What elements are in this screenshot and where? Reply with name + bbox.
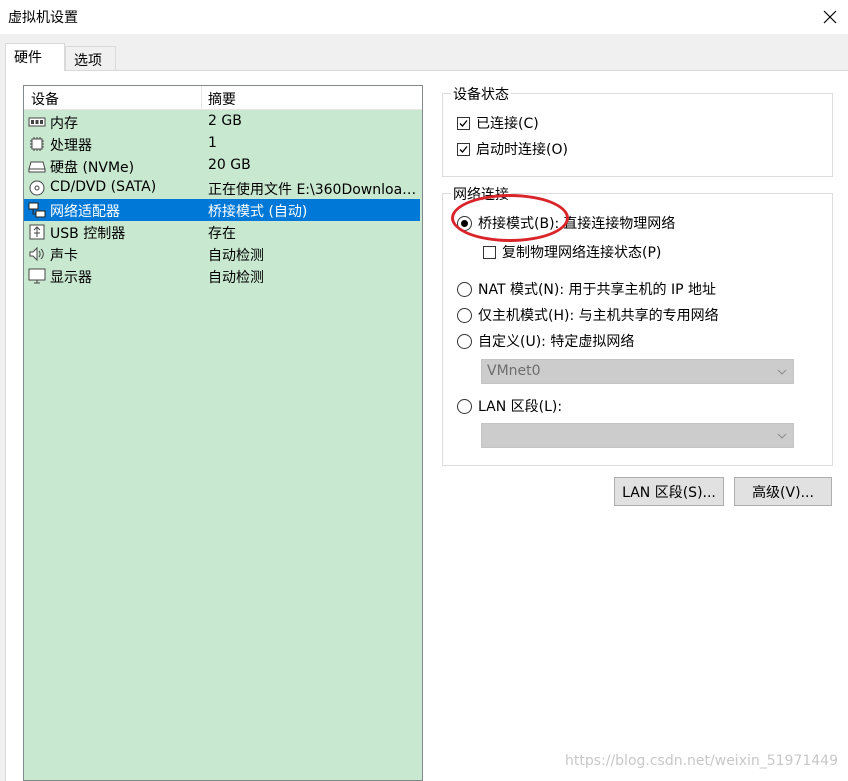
device-row-cd-dvd[interactable]: CD/DVD (SATA) 正在使用文件 E:\360Downloa… — [24, 177, 420, 199]
checkbox-box[interactable] — [457, 142, 470, 156]
network-connection-group: 网络连接 桥接模式(B): 直接连接物理网络 复制物理网络连接状态(P) NAT… — [442, 184, 833, 466]
hard-disk-icon — [28, 161, 46, 173]
monitor-icon — [28, 268, 46, 284]
device-summary: 存在 — [208, 226, 236, 242]
column-separator[interactable] — [201, 86, 202, 109]
bridged-radio[interactable]: 桥接模式(B): 直接连接物理网络 — [457, 213, 675, 233]
checkbox-box[interactable] — [483, 245, 496, 259]
connect-on-start-label: 启动时连接(O) — [476, 142, 568, 158]
lan-segment-select[interactable] — [481, 423, 794, 448]
nat-label: NAT 模式(N): 用于共享主机的 IP 地址 — [478, 282, 716, 298]
cd-dvd-icon — [29, 180, 45, 196]
custom-radio[interactable]: 自定义(U): 特定虚拟网络 — [457, 331, 634, 351]
device-row-memory[interactable]: 内存 2 GB — [24, 111, 420, 133]
lan-segment-label: LAN 区段(L): — [478, 399, 563, 415]
device-name: USB 控制器 — [50, 226, 126, 242]
window-title: 虚拟机设置 — [8, 10, 78, 26]
device-row-network-adapter[interactable]: 网络适配器 桥接模式 (自动) — [24, 199, 420, 221]
device-summary: 桥接模式 (自动) — [208, 204, 308, 220]
device-name: 硬盘 (NVMe) — [50, 160, 135, 176]
host-only-label: 仅主机模式(H): 与主机共享的专用网络 — [478, 308, 719, 324]
list-header: 设备 摘要 — [24, 86, 422, 110]
chevron-down-icon — [777, 433, 787, 439]
tab-hardware[interactable]: 硬件 — [5, 43, 65, 71]
advanced-button[interactable]: 高级(V)... — [734, 477, 832, 506]
device-name: 内存 — [50, 116, 78, 132]
device-name: 处理器 — [50, 138, 92, 154]
watermark: https://blog.csdn.net/weixin_51971449 — [564, 753, 838, 769]
bridged-description: 直接连接物理网络 — [563, 216, 676, 232]
bridged-label: 桥接模式(B): — [478, 216, 560, 232]
device-row-sound-card[interactable]: 声卡 自动检测 — [24, 243, 420, 265]
radio-button[interactable] — [457, 281, 472, 297]
device-row-processor[interactable]: 处理器 1 — [24, 133, 420, 155]
device-name: 声卡 — [50, 248, 78, 264]
processor-icon — [30, 137, 44, 151]
close-button[interactable] — [812, 0, 848, 34]
radio-button[interactable] — [457, 333, 472, 349]
custom-network-value: VMnet0 — [487, 363, 541, 379]
lan-segments-button[interactable]: LAN 区段(S)... — [614, 477, 724, 506]
radio-button[interactable] — [457, 398, 472, 414]
vm-settings-window: 虚拟机设置 硬件 选项 设备 摘要 内存 2 GB 处理器 1 硬盘 (NVMe… — [0, 0, 848, 781]
replicate-state-label: 复制物理网络连接状态(P) — [502, 245, 662, 261]
network-connection-label: 网络连接 — [451, 184, 511, 204]
host-only-radio[interactable]: 仅主机模式(H): 与主机共享的专用网络 — [457, 305, 719, 325]
nat-radio[interactable]: NAT 模式(N): 用于共享主机的 IP 地址 — [457, 279, 716, 299]
device-summary: 自动检测 — [208, 248, 264, 264]
column-header-device[interactable]: 设备 — [31, 89, 59, 109]
device-status-group: 设备状态 已连接(C) 启动时连接(O) — [442, 84, 833, 177]
device-summary: 自动检测 — [208, 270, 264, 286]
usb-icon — [29, 224, 45, 240]
tab-options[interactable]: 选项 — [65, 46, 116, 70]
speaker-icon — [29, 246, 44, 262]
device-row-hard-disk[interactable]: 硬盘 (NVMe) 20 GB — [24, 155, 420, 177]
lan-segment-radio[interactable]: LAN 区段(L): — [457, 396, 562, 416]
custom-network-select[interactable]: VMnet0 — [481, 359, 794, 384]
device-summary: 正在使用文件 E:\360Downloa… — [208, 182, 417, 198]
device-name: 网络适配器 — [50, 204, 120, 220]
radio-button[interactable] — [457, 215, 472, 231]
connect-on-start-checkbox[interactable]: 启动时连接(O) — [457, 139, 568, 159]
device-name: 显示器 — [50, 270, 92, 286]
device-list[interactable]: 设备 摘要 内存 2 GB 处理器 1 硬盘 (NVMe) 20 GB CD/D… — [23, 85, 423, 781]
device-name: CD/DVD (SATA) — [50, 179, 157, 195]
replicate-state-checkbox[interactable]: 复制物理网络连接状态(P) — [483, 242, 661, 262]
column-header-summary[interactable]: 摘要 — [208, 89, 236, 109]
device-row-usb-controller[interactable]: USB 控制器 存在 — [24, 221, 420, 243]
device-row-display[interactable]: 显示器 自动检测 — [24, 265, 420, 287]
connected-label: 已连接(C) — [476, 116, 539, 132]
checkmark-icon — [459, 145, 468, 153]
chevron-down-icon — [777, 369, 787, 375]
checkbox-box[interactable] — [457, 116, 470, 130]
device-status-label: 设备状态 — [451, 84, 511, 104]
custom-label: 自定义(U): 特定虚拟网络 — [478, 334, 635, 350]
network-adapter-icon — [28, 202, 46, 218]
radio-button[interactable] — [457, 307, 472, 323]
close-icon — [823, 10, 837, 24]
memory-icon — [28, 117, 46, 127]
device-summary: 1 — [208, 135, 217, 151]
title-bar: 虚拟机设置 — [0, 0, 848, 34]
checkmark-icon — [459, 119, 468, 127]
device-summary: 2 GB — [208, 113, 242, 129]
device-summary: 20 GB — [208, 157, 251, 173]
connected-checkbox[interactable]: 已连接(C) — [457, 113, 539, 133]
